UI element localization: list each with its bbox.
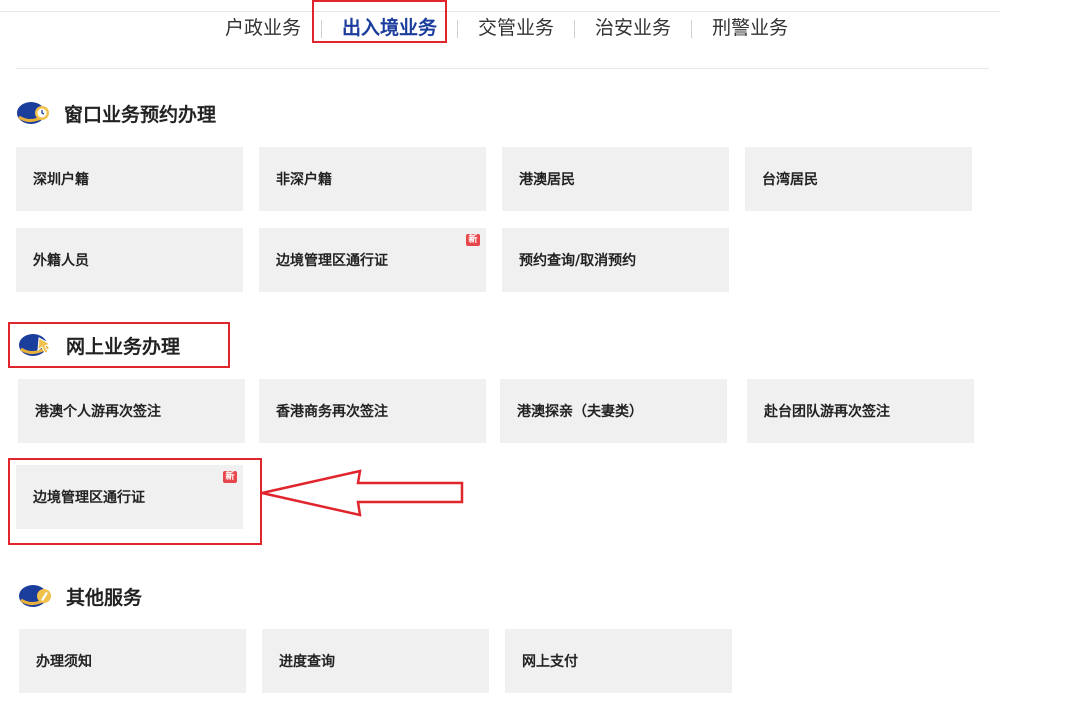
card-highlight-box xyxy=(8,458,262,545)
tab-traffic[interactable]: 交管业务 xyxy=(458,12,574,45)
section-window-header: 窗口业务预约办理 xyxy=(16,98,216,128)
tab-household[interactable]: 户政业务 xyxy=(205,12,321,45)
pen-badge-icon xyxy=(19,585,51,607)
card-hk-macao-residents[interactable]: 港澳居民 xyxy=(502,147,729,211)
business-tabs: 户政业务 出入境业务 交管业务 治安业务 刑警业务 xyxy=(205,12,808,45)
card-progress-query[interactable]: 进度查询 xyxy=(262,629,489,693)
card-appointment-query-cancel[interactable]: 预约查询/取消预约 xyxy=(502,228,729,292)
card-label: 非深户籍 xyxy=(276,172,332,188)
card-label: 网上支付 xyxy=(522,654,578,670)
clock-badge-icon xyxy=(17,102,49,124)
card-shenzhen-hukou[interactable]: 深圳户籍 xyxy=(16,147,243,211)
new-badge: 新 xyxy=(466,234,480,246)
card-label: 港澳居民 xyxy=(519,172,575,188)
section-title: 窗口业务预约办理 xyxy=(64,103,217,126)
card-label: 预约查询/取消预约 xyxy=(519,253,637,269)
tab-public-security[interactable]: 治安业务 xyxy=(575,12,691,45)
card-foreigners[interactable]: 外籍人员 xyxy=(16,228,243,292)
card-label: 港澳探亲（夫妻类） xyxy=(517,404,643,420)
section-other-header: 其他服务 xyxy=(18,581,142,611)
card-label: 外籍人员 xyxy=(33,253,89,269)
card-label: 边境管理区通行证 xyxy=(276,253,388,269)
card-online-payment[interactable]: 网上支付 xyxy=(505,629,732,693)
card-hk-macao-family-visit[interactable]: 港澳探亲（夫妻类） xyxy=(500,379,727,443)
section-online-highlight-box xyxy=(8,322,230,368)
card-taiwan-residents[interactable]: 台湾居民 xyxy=(745,147,972,211)
left-arrow-annotation xyxy=(261,469,464,517)
card-label: 进度查询 xyxy=(279,654,335,670)
card-label: 台湾居民 xyxy=(762,172,818,188)
card-non-shenzhen-hukou[interactable]: 非深户籍 xyxy=(259,147,486,211)
card-taiwan-group-visa[interactable]: 赴台团队游再次签注 xyxy=(747,379,974,443)
tab-highlight-box xyxy=(312,0,447,43)
card-label: 深圳户籍 xyxy=(33,172,89,188)
card-label: 香港商务再次签注 xyxy=(276,404,388,420)
card-border-permit-window[interactable]: 边境管理区通行证 新 xyxy=(259,228,486,292)
tab-criminal[interactable]: 刑警业务 xyxy=(692,12,808,45)
card-label: 办理须知 xyxy=(36,654,92,670)
card-label: 赴台团队游再次签注 xyxy=(764,404,890,420)
card-label: 港澳个人游再次签注 xyxy=(35,404,161,420)
tabs-divider xyxy=(16,68,989,69)
card-instructions[interactable]: 办理须知 xyxy=(19,629,246,693)
card-hk-macao-individual-visa[interactable]: 港澳个人游再次签注 xyxy=(18,379,245,443)
card-hk-business-visa[interactable]: 香港商务再次签注 xyxy=(259,379,486,443)
section-title: 其他服务 xyxy=(66,586,143,609)
